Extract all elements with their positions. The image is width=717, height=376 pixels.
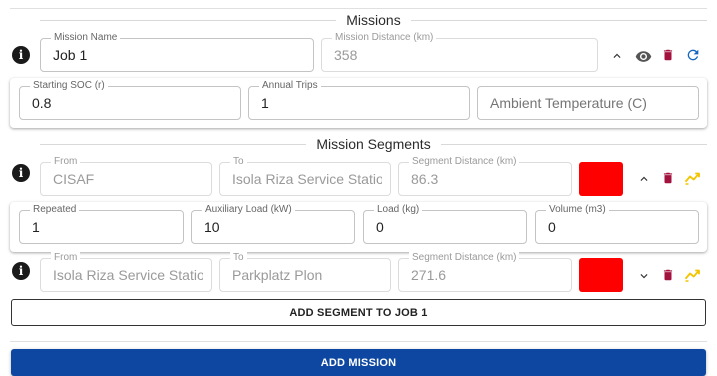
annual-trips-value[interactable]: 1 bbox=[261, 87, 461, 119]
segment-1-details-card: Repeated 1 Auxiliary Load (kW) 10 Load (… bbox=[10, 202, 707, 252]
segment-1-to-value: Isola Riza Service Statio bbox=[232, 171, 382, 187]
auxiliary-load-value[interactable]: 10 bbox=[204, 211, 346, 243]
load-field[interactable]: Load (kg) 0 bbox=[363, 204, 527, 244]
eye-icon[interactable] bbox=[634, 47, 652, 65]
mission-name-value[interactable]: Job 1 bbox=[53, 39, 305, 71]
mission-distance-field: Mission Distance (km) 358 bbox=[321, 32, 598, 72]
chevron-down-icon[interactable] bbox=[635, 267, 653, 285]
segments-title: Mission Segments bbox=[316, 136, 431, 152]
segment-2-color-swatch[interactable] bbox=[579, 258, 623, 292]
trash-icon[interactable] bbox=[659, 46, 677, 64]
segment-1-from-field: From CISAF bbox=[40, 156, 212, 196]
repeated-value[interactable]: 1 bbox=[32, 211, 175, 243]
segment-2-from-value: Isola Riza Service Statio bbox=[53, 267, 203, 283]
starting-soc-field[interactable]: Starting SOC (r) 0.8 bbox=[19, 80, 241, 120]
segment-2-to-value: Parkplatz Plon bbox=[232, 267, 323, 283]
segment-1-to-field: To Isola Riza Service Statio bbox=[219, 156, 391, 196]
missions-title: Missions bbox=[346, 12, 401, 28]
route-icon[interactable] bbox=[684, 169, 702, 187]
volume-value[interactable]: 0 bbox=[548, 211, 690, 243]
starting-soc-value[interactable]: 0.8 bbox=[32, 87, 232, 119]
mission-name-field[interactable]: Mission Name Job 1 bbox=[40, 32, 314, 72]
segment-2-distance-value: 271.6 bbox=[411, 267, 447, 283]
divider-right bbox=[440, 143, 708, 145]
segment-2-distance-field: Segment Distance (km) 271.6 bbox=[398, 252, 572, 292]
auxiliary-load-field[interactable]: Auxiliary Load (kW) 10 bbox=[191, 204, 355, 244]
segment-2-info-icon[interactable]: i bbox=[12, 262, 30, 280]
segments-header: Mission Segments bbox=[40, 136, 708, 152]
volume-field[interactable]: Volume (m3) 0 bbox=[535, 204, 699, 244]
segment-1-info-icon[interactable]: i bbox=[12, 164, 30, 182]
segment-2-to-field: To Parkplatz Plon bbox=[219, 252, 391, 292]
segment-2-from-field: From Isola Riza Service Statio bbox=[40, 252, 212, 292]
repeated-field[interactable]: Repeated 1 bbox=[19, 204, 184, 244]
divider-left bbox=[40, 143, 307, 145]
segment-1-distance-value: 86.3 bbox=[411, 171, 439, 187]
section-divider bbox=[10, 341, 707, 342]
add-segment-button[interactable]: ADD SEGMENT TO JOB 1 bbox=[11, 299, 706, 326]
divider-right bbox=[410, 19, 707, 21]
mission-distance-value: 358 bbox=[334, 47, 358, 63]
segment-1-distance-field: Segment Distance (km) 86.3 bbox=[398, 156, 572, 196]
load-value[interactable]: 0 bbox=[376, 211, 518, 243]
ambient-temperature-field[interactable]: Ambient Temperature (C) bbox=[477, 86, 699, 120]
trash-icon[interactable] bbox=[659, 169, 677, 187]
mission-info-icon[interactable]: i bbox=[12, 46, 30, 64]
trash-icon[interactable] bbox=[659, 266, 677, 284]
segment-1-color-swatch[interactable] bbox=[579, 162, 623, 196]
annual-trips-field[interactable]: Annual Trips 1 bbox=[248, 80, 470, 120]
missions-header: Missions bbox=[40, 12, 707, 28]
route-icon[interactable] bbox=[684, 266, 702, 284]
add-mission-button[interactable]: ADD MISSION bbox=[11, 349, 706, 376]
top-divider bbox=[10, 8, 707, 9]
mission-details-card: Starting SOC (r) 0.8 Annual Trips 1 Ambi… bbox=[10, 78, 707, 128]
chevron-up-icon[interactable] bbox=[635, 170, 653, 188]
divider-left bbox=[40, 19, 337, 21]
chevron-up-icon[interactable] bbox=[608, 47, 626, 65]
segment-1-from-value: CISAF bbox=[53, 171, 95, 187]
ambient-temperature-placeholder: Ambient Temperature (C) bbox=[490, 95, 647, 111]
refresh-icon[interactable] bbox=[684, 46, 702, 64]
